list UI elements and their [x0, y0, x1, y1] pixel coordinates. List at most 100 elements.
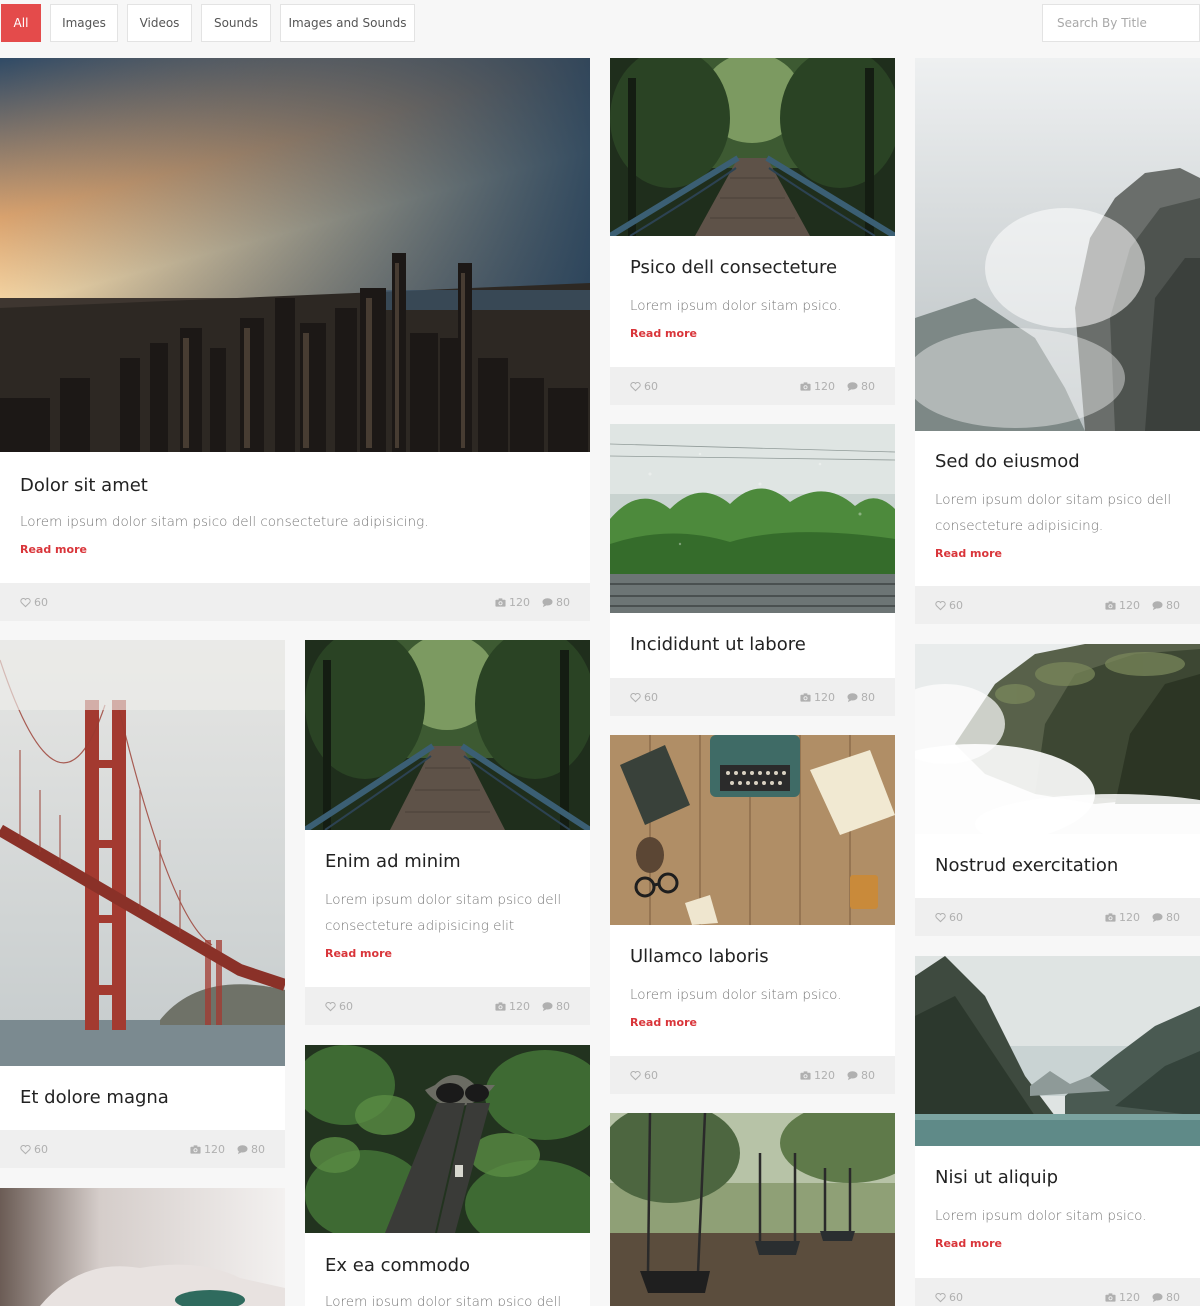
card-image-city[interactable] [0, 58, 590, 452]
card-title: Nisi ut aliquip [935, 1167, 1059, 1188]
card-footer: 60 120 80 [915, 1278, 1200, 1306]
photos-count: 120 [1119, 910, 1140, 924]
card-ullamco-laboris: Ullamco laboris Lorem ipsum dolor sitam … [610, 735, 895, 1094]
comments-stat[interactable]: 80 [1152, 1291, 1180, 1304]
likes-count: 60 [644, 379, 658, 393]
read-more-link[interactable]: Read more [630, 327, 697, 340]
filter-videos-button[interactable]: Videos [127, 4, 192, 42]
photos-stat[interactable]: 120 [495, 1000, 530, 1013]
card-description: Lorem ipsum dolor sitam psico. [630, 987, 842, 1003]
camera-icon [1105, 912, 1116, 922]
comments-count: 80 [861, 690, 875, 704]
read-more-link[interactable]: Read more [935, 1237, 1002, 1250]
photos-stat[interactable]: 120 [800, 1069, 835, 1082]
card-footer: 60 120 80 [0, 583, 590, 621]
camera-icon [800, 381, 811, 391]
likes-stat[interactable]: 60 [630, 1069, 658, 1082]
filter-images-and-sounds-button[interactable]: Images and Sounds [280, 4, 415, 42]
card-image-forest-tunnel[interactable] [305, 1045, 590, 1233]
comment-icon [847, 381, 858, 391]
comments-count: 80 [861, 379, 875, 393]
likes-stat[interactable]: 60 [20, 1143, 48, 1156]
likes-count: 60 [34, 1142, 48, 1156]
heart-icon [325, 1001, 336, 1011]
likes-stat[interactable]: 60 [325, 1000, 353, 1013]
likes-stat[interactable]: 60 [935, 1291, 963, 1304]
card-image-foggy-mountain[interactable] [915, 644, 1200, 834]
photos-stat[interactable]: 120 [1105, 911, 1140, 924]
card-title: Psico dell consecteture [630, 257, 838, 278]
card-description: Lorem ipsum dolor sitam psico dell [325, 1294, 562, 1306]
card-image-golden-gate[interactable] [0, 640, 285, 1066]
comment-icon [542, 1001, 553, 1011]
filter-sounds-button[interactable]: Sounds [201, 4, 271, 42]
comments-stat[interactable]: 80 [847, 380, 875, 393]
heart-icon [935, 1292, 946, 1302]
photos-stat[interactable]: 120 [495, 596, 530, 609]
comments-stat[interactable]: 80 [237, 1143, 265, 1156]
comment-icon [1152, 912, 1163, 922]
heart-icon [935, 912, 946, 922]
likes-stat[interactable]: 60 [20, 596, 48, 609]
card-partial-swings [610, 1113, 895, 1306]
likes-stat[interactable]: 60 [630, 691, 658, 704]
read-more-link[interactable]: Read more [325, 947, 392, 960]
heart-icon [630, 381, 641, 391]
photos-count: 120 [509, 999, 530, 1013]
card-title: Nostrud exercitation [935, 855, 1119, 876]
camera-icon [190, 1144, 201, 1154]
comments-count: 80 [861, 1068, 875, 1082]
card-image-forest-bridge[interactable] [305, 640, 590, 830]
photos-stat[interactable]: 120 [800, 380, 835, 393]
comments-stat[interactable]: 80 [1152, 911, 1180, 924]
likes-count: 60 [949, 1290, 963, 1304]
card-sed-do-eiusmod: Sed do eiusmod Lorem ipsum dolor sitam p… [915, 58, 1200, 624]
card-image-mountain-lake[interactable] [915, 956, 1200, 1146]
card-title: Sed do eiusmod [935, 451, 1080, 472]
photos-stat[interactable]: 120 [1105, 1291, 1140, 1304]
card-footer: 60 120 80 [0, 1130, 285, 1168]
comments-stat[interactable]: 80 [1152, 599, 1180, 612]
comments-count: 80 [556, 999, 570, 1013]
card-nisi-ut-aliquip: Nisi ut aliquip Lorem ipsum dolor sitam … [915, 956, 1200, 1306]
camera-icon [495, 597, 506, 607]
filter-images-button[interactable]: Images [50, 4, 118, 42]
photos-count: 120 [814, 379, 835, 393]
photos-count: 120 [1119, 598, 1140, 612]
card-title: Enim ad minim [325, 851, 461, 872]
search-input[interactable] [1042, 4, 1200, 42]
heart-icon [935, 600, 946, 610]
comments-count: 80 [1166, 1290, 1180, 1304]
card-image-typewriter-desk[interactable] [610, 735, 895, 925]
card-image-coffee-cup[interactable] [0, 1188, 285, 1306]
card-psico-dell-consecteture: Psico dell consecteture Lorem ipsum dolo… [610, 58, 895, 405]
comments-stat[interactable]: 80 [847, 691, 875, 704]
card-image-forest-bridge[interactable] [610, 58, 895, 236]
camera-icon [800, 1070, 811, 1080]
likes-stat[interactable]: 60 [935, 599, 963, 612]
camera-icon [1105, 600, 1116, 610]
read-more-link[interactable]: Read more [935, 547, 1002, 560]
comments-count: 80 [1166, 598, 1180, 612]
read-more-link[interactable]: Read more [20, 543, 87, 556]
card-title: Ex ea commodo [325, 1255, 471, 1276]
card-image-misty-cliff[interactable] [915, 58, 1200, 431]
photos-stat[interactable]: 120 [800, 691, 835, 704]
likes-stat[interactable]: 60 [630, 380, 658, 393]
comment-icon [1152, 1292, 1163, 1302]
card-image-swings[interactable] [610, 1113, 895, 1306]
likes-count: 60 [644, 690, 658, 704]
read-more-link[interactable]: Read more [630, 1016, 697, 1029]
photos-stat[interactable]: 120 [1105, 599, 1140, 612]
photos-count: 120 [1119, 1290, 1140, 1304]
photos-count: 120 [814, 690, 835, 704]
filter-all-button[interactable]: All [1, 4, 41, 42]
comment-icon [237, 1144, 248, 1154]
card-image-rainy-window[interactable] [610, 424, 895, 613]
comments-stat[interactable]: 80 [847, 1069, 875, 1082]
comments-stat[interactable]: 80 [542, 1000, 570, 1013]
photos-stat[interactable]: 120 [190, 1143, 225, 1156]
comments-stat[interactable]: 80 [542, 596, 570, 609]
likes-stat[interactable]: 60 [935, 911, 963, 924]
card-description: Lorem ipsum dolor sitam psico. [630, 298, 842, 314]
